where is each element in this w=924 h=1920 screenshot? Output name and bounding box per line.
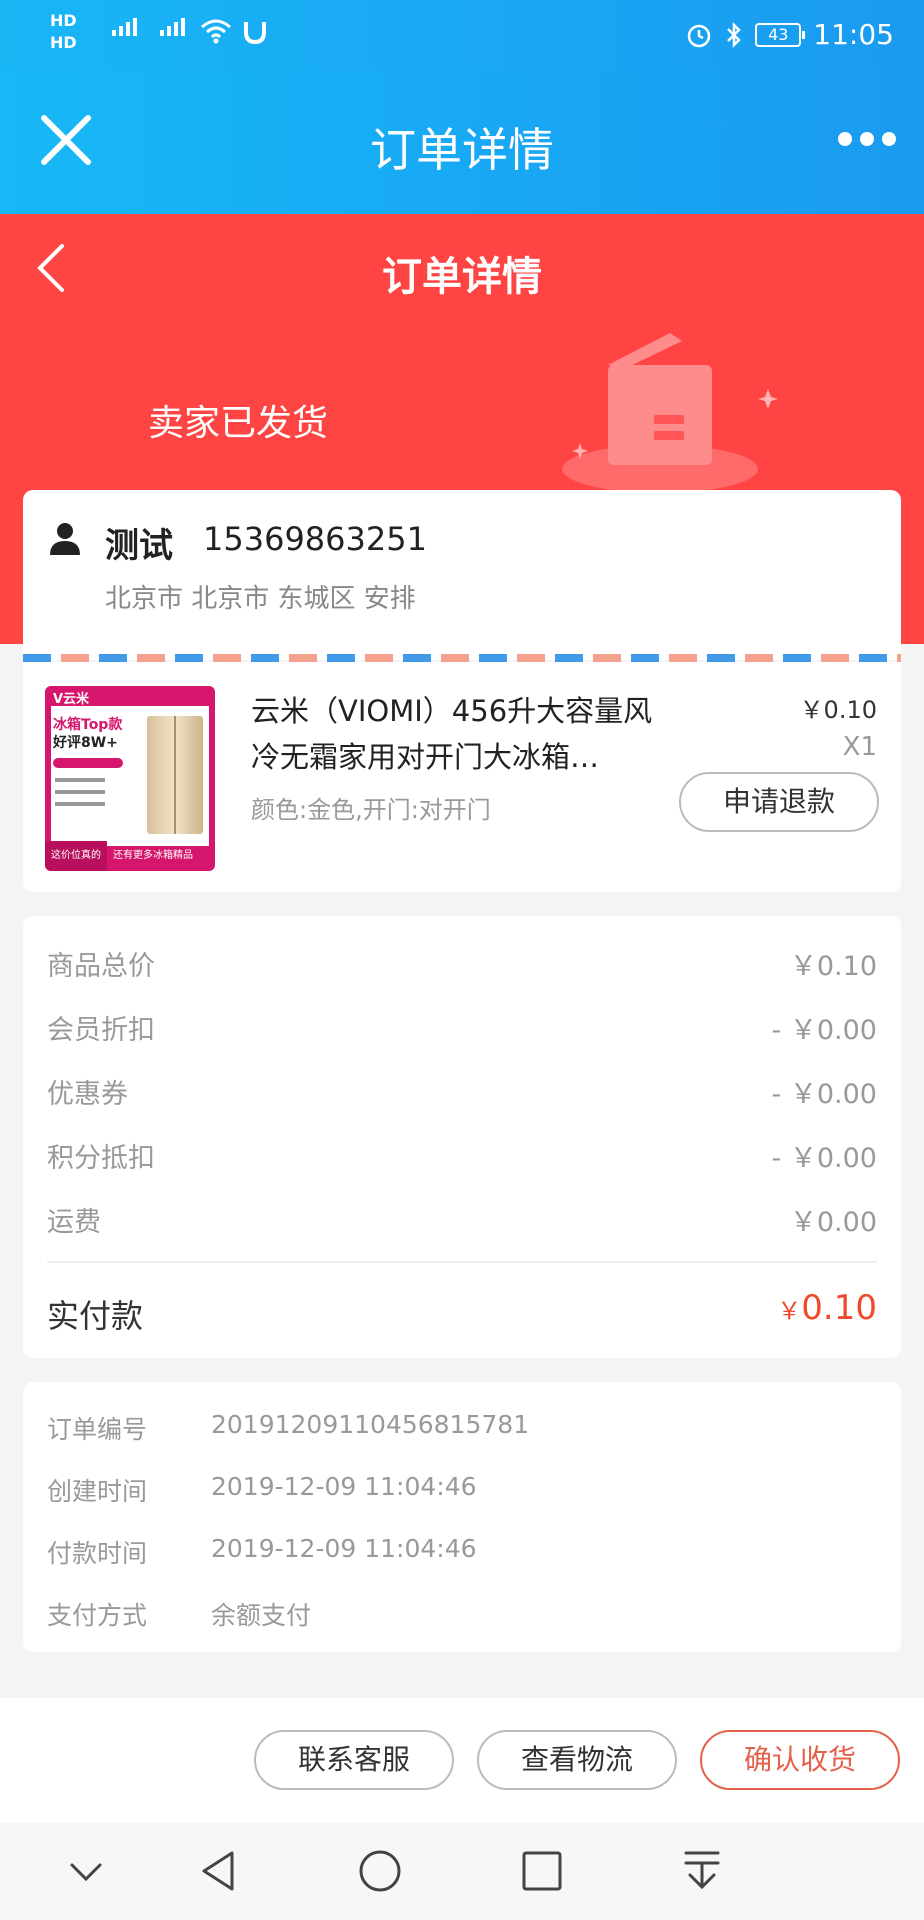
order-info-card: 订单编号 20191209110456815781 创建时间 2019-12-09 … — [23, 1382, 901, 1652]
recents-square-icon[interactable] — [518, 1847, 566, 1895]
chevron-down-icon[interactable] — [62, 1847, 110, 1895]
carrier-labels: HD HD — [50, 10, 77, 54]
info-row-payment: 支付方式 余额支付 — [47, 1601, 312, 1630]
refund-button[interactable]: 申请退款 — [679, 772, 879, 832]
carrier-2: HD — [50, 33, 77, 52]
app-notify-icon — [244, 22, 266, 45]
thumb-footer-left: 这价位真的物美价廉 — [45, 841, 107, 871]
goods-card: V云米 冰箱Top款 好评8W+ 这价位真的物美价廉 还有更多冰箱精品 云米（V… — [23, 662, 901, 892]
airmail-divider — [23, 654, 901, 662]
price-row: 优惠券 - ￥0.00 — [47, 1079, 877, 1110]
info-row-created: 创建时间 2019-12-09 11:04:46 — [47, 1472, 477, 1506]
view-logistics-button[interactable]: 查看物流 — [477, 1730, 677, 1790]
wifi-icon — [201, 19, 231, 44]
clock: 11:05 — [813, 18, 894, 51]
confirm-receipt-button[interactable]: 确认收货 — [700, 1730, 900, 1790]
back-triangle-icon[interactable] — [196, 1847, 244, 1895]
battery-indicator: 43 — [755, 22, 806, 47]
price-row: 积分抵扣 - ￥0.00 — [47, 1143, 877, 1174]
app-navbar: 订单详情 — [0, 70, 924, 214]
recipient-address: 北京市 北京市 东城区 安排 — [105, 584, 416, 614]
notification-pull-icon[interactable] — [678, 1847, 726, 1895]
product-quantity: X1 — [842, 732, 877, 762]
price-row: 商品总价 ￥0.10 — [47, 951, 877, 982]
fridge-image — [147, 716, 203, 834]
shipped-box-icon — [562, 333, 778, 493]
info-row-order-no: 订单编号 20191209110456815781 — [47, 1410, 530, 1444]
signal-icon — [112, 18, 137, 36]
status-right: 43 11:05 — [685, 18, 894, 51]
address-card[interactable]: 测试 15369863251 北京市 北京市 东城区 安排 — [23, 490, 901, 660]
total-label: 实付款 — [47, 1297, 144, 1335]
product-spec: 颜色:金色,开门:对开门 — [251, 796, 491, 824]
price-row: 运费 ￥0.00 — [47, 1207, 877, 1238]
more-icon[interactable] — [838, 132, 896, 146]
thumb-brand: V云米 — [53, 692, 90, 707]
home-circle-icon[interactable] — [356, 1847, 404, 1895]
thumb-headline-2: 好评8W+ — [53, 735, 118, 751]
alarm-icon — [688, 24, 711, 47]
info-row-paid: 付款时间 2019-12-09 11:04:46 — [47, 1534, 477, 1568]
order-status-text: 卖家已发货 — [148, 403, 329, 444]
price-row: 会员折扣 - ￥0.00 — [47, 1015, 877, 1046]
bottom-action-bar: 联系客服 查看物流 确认收货 — [0, 1698, 924, 1823]
product-title: 云米（VIOMI）456升大容量风冷无霜家用对开门大冰箱… — [251, 694, 653, 774]
total-value: ￥0.10 — [777, 1288, 877, 1328]
page-title: 订单详情 — [382, 254, 542, 300]
thumb-headline-1: 冰箱Top款 — [53, 717, 123, 733]
recipient-name: 测试 — [105, 526, 173, 566]
contact-service-button[interactable]: 联系客服 — [254, 1730, 454, 1790]
price-breakdown-card: 商品总价 ￥0.10 会员折扣 - ￥0.00 优惠券 - ￥0.00 积分抵扣 - ￥… — [23, 916, 901, 1358]
divider — [47, 1261, 877, 1263]
system-navigation-bar — [0, 1823, 924, 1920]
carrier-1: HD — [50, 11, 77, 30]
navbar-title: 订单详情 — [370, 123, 554, 177]
product-thumbnail[interactable]: V云米 冰箱Top款 好评8W+ 这价位真的物美价廉 还有更多冰箱精品 — [45, 686, 215, 871]
status-bar: HD HD 43 11:05 — [0, 0, 924, 70]
product-price: ￥0.10 — [799, 696, 877, 724]
signal-icon — [160, 18, 185, 36]
recipient-phone: 15369863251 — [203, 520, 427, 558]
thumb-footer-right: 还有更多冰箱精品 — [113, 850, 193, 861]
person-icon — [50, 523, 80, 555]
bluetooth-icon — [727, 21, 742, 48]
